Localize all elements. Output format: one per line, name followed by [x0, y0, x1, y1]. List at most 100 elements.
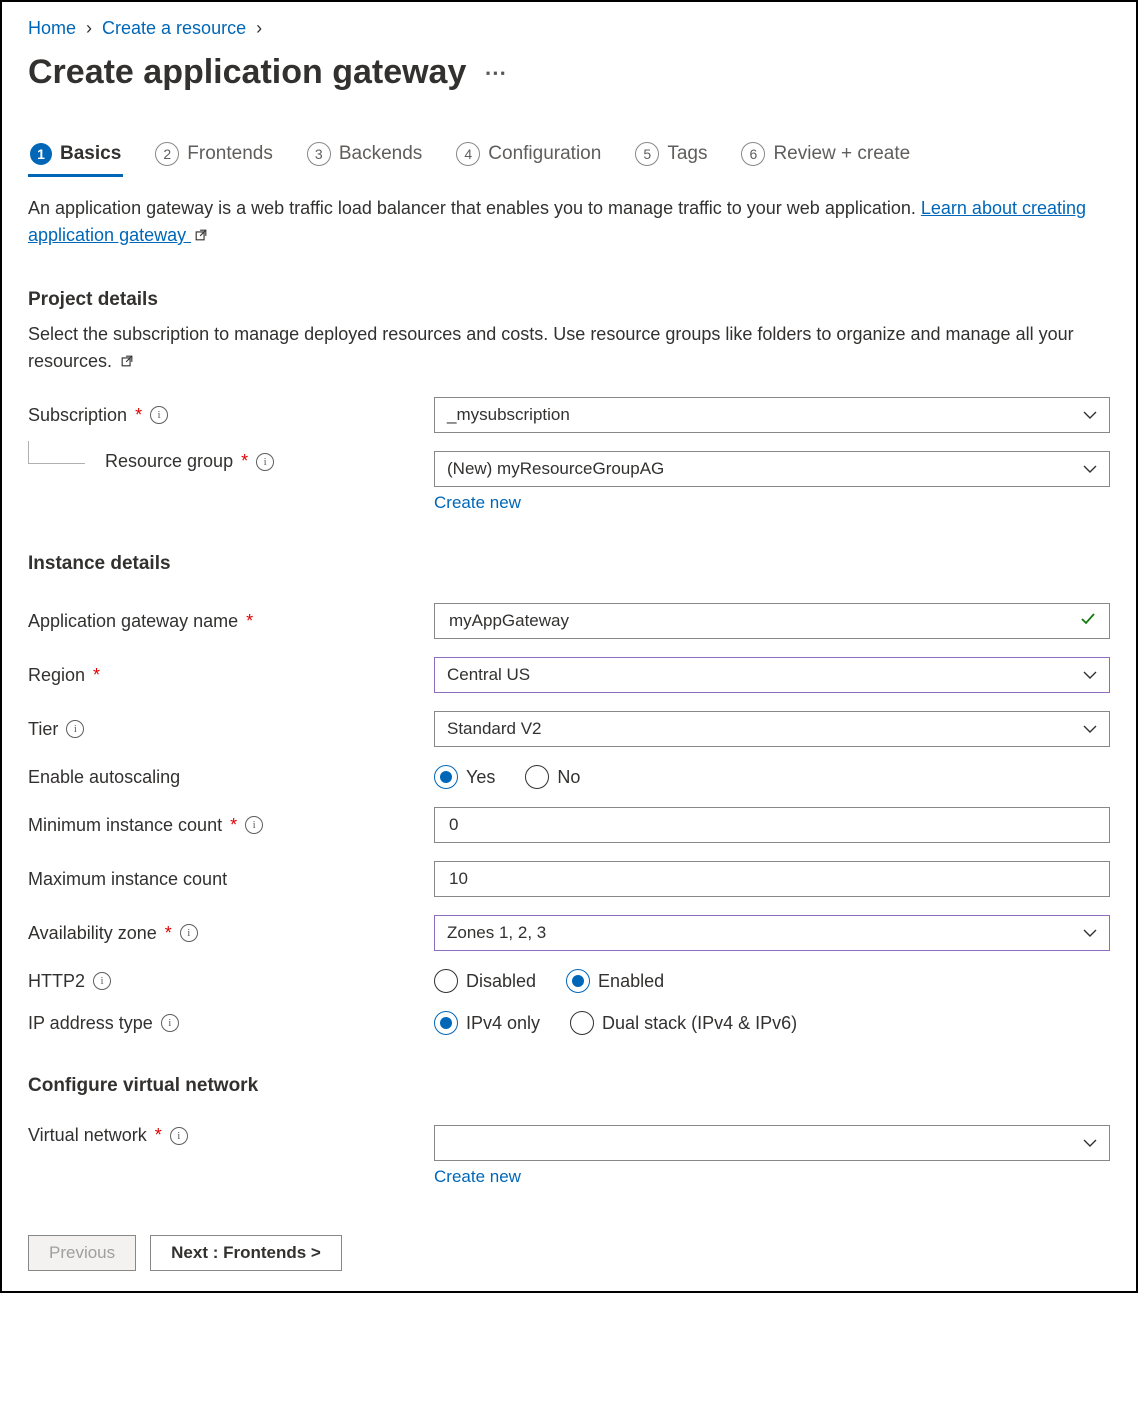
wizard-footer: Previous Next : Frontends > — [28, 1235, 1110, 1271]
autoscaling-yes-radio[interactable]: Yes — [434, 765, 495, 789]
intro-text: An application gateway is a web traffic … — [28, 195, 1110, 249]
previous-button: Previous — [28, 1235, 136, 1271]
region-value: Central US — [447, 665, 530, 685]
info-icon[interactable]: i — [180, 924, 198, 942]
field-max-instance: Maximum instance count — [28, 861, 1110, 897]
resource-group-value: (New) myResourceGroupAG — [447, 459, 664, 479]
field-http2: HTTP2 i Disabled Enabled — [28, 969, 1110, 993]
gateway-name-input-wrap — [434, 603, 1110, 639]
virtual-network-select[interactable] — [434, 1125, 1110, 1161]
tab-label: Configuration — [488, 143, 601, 165]
tab-configuration[interactable]: 4 Configuration — [454, 136, 603, 176]
required-icon: * — [135, 405, 142, 426]
checkmark-icon — [1079, 610, 1097, 633]
chevron-down-icon — [1083, 670, 1097, 680]
section-vnet-heading: Configure virtual network — [28, 1075, 1110, 1097]
ip-v4-only-radio[interactable]: IPv4 only — [434, 1011, 540, 1035]
info-icon[interactable]: i — [93, 972, 111, 990]
external-link-icon[interactable] — [117, 351, 134, 371]
radio-label: No — [557, 767, 580, 788]
page-title: Create application gateway ⋯ — [28, 53, 1110, 92]
radio-label: Yes — [466, 767, 495, 788]
info-icon[interactable]: i — [245, 816, 263, 834]
tab-label: Basics — [60, 143, 121, 165]
max-instance-input[interactable] — [447, 868, 1073, 890]
section-project-desc: Select the subscription to manage deploy… — [28, 321, 1110, 375]
more-icon[interactable]: ⋯ — [484, 60, 507, 86]
step-badge: 5 — [635, 142, 659, 166]
chevron-down-icon — [1083, 928, 1097, 938]
field-tier: Tier i Standard V2 — [28, 711, 1110, 747]
breadcrumb-home[interactable]: Home — [28, 18, 76, 39]
tree-line-icon — [28, 441, 85, 464]
tab-label: Backends — [339, 143, 422, 165]
info-icon[interactable]: i — [150, 406, 168, 424]
tab-basics[interactable]: 1 Basics — [28, 136, 123, 176]
radio-label: Enabled — [598, 971, 664, 992]
label-min-instance: Minimum instance count — [28, 815, 222, 836]
tab-tags[interactable]: 5 Tags — [633, 136, 709, 176]
field-virtual-network: Virtual network * i Create new — [28, 1125, 1110, 1187]
info-icon[interactable]: i — [170, 1127, 188, 1145]
tab-backends[interactable]: 3 Backends — [305, 136, 424, 176]
radio-label: Dual stack (IPv4 & IPv6) — [602, 1013, 797, 1034]
label-subscription: Subscription — [28, 405, 127, 426]
section-project-desc-text: Select the subscription to manage deploy… — [28, 324, 1074, 371]
label-resource-group: Resource group — [105, 451, 233, 472]
ip-dual-stack-radio[interactable]: Dual stack (IPv4 & IPv6) — [570, 1011, 797, 1035]
breadcrumb-create-resource[interactable]: Create a resource — [102, 18, 246, 39]
min-instance-input[interactable] — [447, 814, 1073, 836]
info-icon[interactable]: i — [66, 720, 84, 738]
step-badge: 4 — [456, 142, 480, 166]
step-badge: 1 — [30, 143, 52, 165]
autoscaling-no-radio[interactable]: No — [525, 765, 580, 789]
subscription-select[interactable]: _mysubscription — [434, 397, 1110, 433]
chevron-down-icon — [1083, 410, 1097, 420]
availability-zone-select[interactable]: Zones 1, 2, 3 — [434, 915, 1110, 951]
http2-disabled-radio[interactable]: Disabled — [434, 969, 536, 993]
intro-body: An application gateway is a web traffic … — [28, 198, 921, 218]
label-gateway-name: Application gateway name — [28, 611, 238, 632]
tab-label: Tags — [667, 143, 707, 165]
label-tier: Tier — [28, 719, 58, 740]
http2-enabled-radio[interactable]: Enabled — [566, 969, 664, 993]
label-region: Region — [28, 665, 85, 686]
required-icon: * — [246, 611, 253, 632]
label-max-instance: Maximum instance count — [28, 869, 227, 890]
chevron-down-icon — [1083, 1138, 1097, 1148]
gateway-name-input[interactable] — [447, 610, 1073, 632]
breadcrumb: Home › Create a resource › — [28, 18, 1110, 39]
availability-zone-value: Zones 1, 2, 3 — [447, 923, 546, 943]
create-new-rg-link[interactable]: Create new — [434, 493, 521, 512]
step-badge: 3 — [307, 142, 331, 166]
info-icon[interactable]: i — [161, 1014, 179, 1032]
section-instance-heading: Instance details — [28, 553, 1110, 575]
tab-review-create[interactable]: 6 Review + create — [739, 136, 912, 176]
required-icon: * — [93, 665, 100, 686]
chevron-down-icon — [1083, 464, 1097, 474]
subscription-value: _mysubscription — [447, 405, 570, 425]
tab-frontends[interactable]: 2 Frontends — [153, 136, 275, 176]
label-autoscaling: Enable autoscaling — [28, 767, 180, 788]
field-gateway-name: Application gateway name * — [28, 603, 1110, 639]
region-select[interactable]: Central US — [434, 657, 1110, 693]
next-frontends-button[interactable]: Next : Frontends > — [150, 1235, 342, 1271]
field-ip-type: IP address type i IPv4 only Dual stack (… — [28, 1011, 1110, 1035]
chevron-right-icon: › — [256, 18, 262, 39]
create-new-vnet-link[interactable]: Create new — [434, 1167, 521, 1186]
field-resource-group: Resource group * i (New) myResourceGroup… — [28, 451, 1110, 513]
label-virtual-network: Virtual network — [28, 1125, 147, 1146]
tab-label: Review + create — [773, 143, 910, 165]
radio-label: IPv4 only — [466, 1013, 540, 1034]
required-icon: * — [241, 451, 248, 472]
resource-group-select[interactable]: (New) myResourceGroupAG — [434, 451, 1110, 487]
info-icon[interactable]: i — [256, 453, 274, 471]
step-badge: 2 — [155, 142, 179, 166]
tab-label: Frontends — [187, 143, 273, 165]
section-project-heading: Project details — [28, 289, 1110, 311]
tier-select[interactable]: Standard V2 — [434, 711, 1110, 747]
chevron-down-icon — [1083, 724, 1097, 734]
radio-label: Disabled — [466, 971, 536, 992]
field-autoscaling: Enable autoscaling Yes No — [28, 765, 1110, 789]
tier-value: Standard V2 — [447, 719, 542, 739]
